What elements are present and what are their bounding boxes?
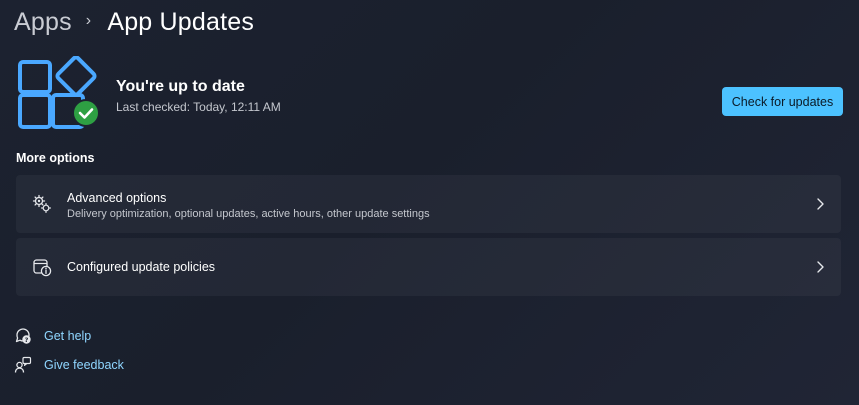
help-chat-icon: ? (14, 327, 32, 345)
advanced-options-title: Advanced options (67, 191, 167, 205)
update-status-icon (18, 55, 102, 136)
chevron-right-icon (815, 197, 825, 211)
advanced-options-card[interactable]: Advanced options Delivery optimization, … (16, 175, 841, 233)
advanced-options-subtitle: Delivery optimization, optional updates,… (67, 208, 430, 220)
more-options-heading: More options (16, 151, 95, 165)
give-feedback-label: Give feedback (44, 358, 124, 372)
check-for-updates-button[interactable]: Check for updates (722, 87, 843, 116)
configured-update-policies-title: Configured update policies (67, 260, 216, 274)
get-help-label: Get help (44, 329, 92, 343)
status-title: You're up to date (116, 78, 245, 95)
page-title: App Updates (107, 7, 255, 36)
policy-info-icon (32, 257, 52, 277)
breadcrumb: Apps › App Updates (14, 4, 254, 40)
breadcrumb-apps-link[interactable]: Apps (14, 8, 72, 37)
get-help-link[interactable]: ? Get help (14, 327, 91, 345)
last-checked-text: Last checked: Today, 12:11 AM (116, 100, 281, 114)
configured-update-policies-card[interactable]: Configured update policies (16, 238, 841, 296)
breadcrumb-separator-icon: › (85, 12, 92, 29)
give-feedback-link[interactable]: Give feedback (14, 356, 124, 374)
svg-text:?: ? (25, 336, 29, 344)
feedback-person-icon (14, 356, 32, 374)
gears-icon (32, 194, 52, 214)
chevron-right-icon (815, 260, 825, 274)
update-status: You're up to date Last checked: Today, 1… (116, 78, 281, 114)
